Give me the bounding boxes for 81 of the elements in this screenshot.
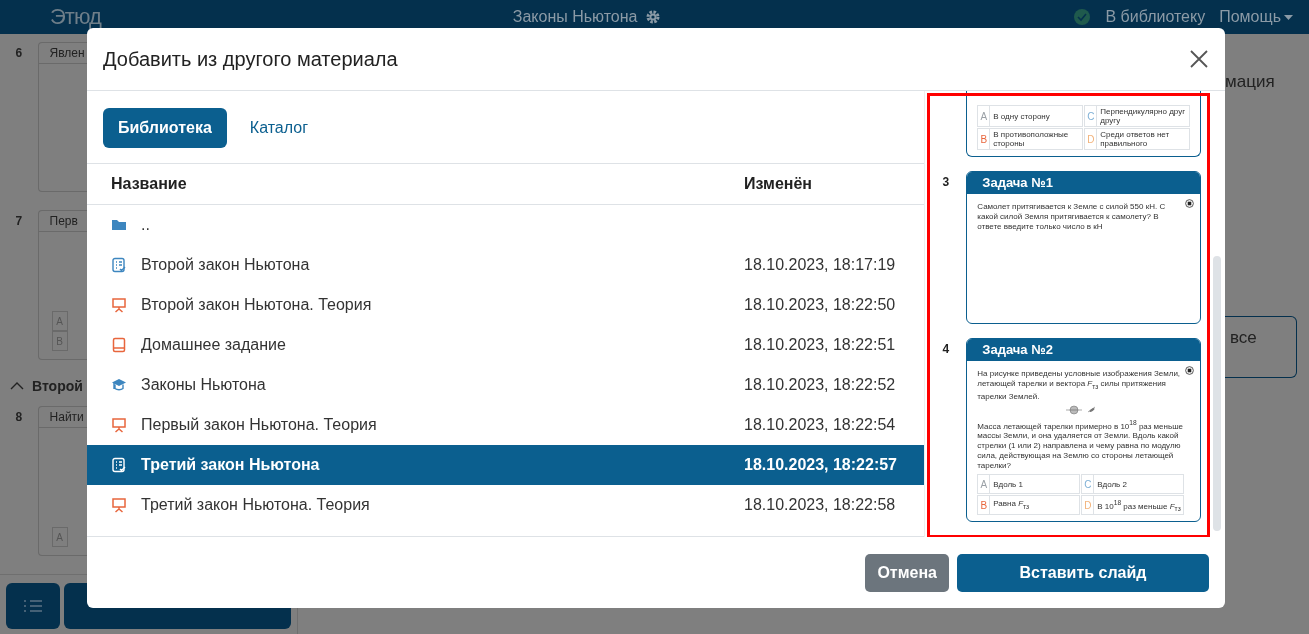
radio-icon (1185, 366, 1195, 375)
folder-icon (111, 217, 127, 233)
file-name: Второй закон Ньютона (141, 256, 310, 274)
file-row[interactable]: Законы Ньютона 18.10.2023, 18:22:52 (87, 365, 925, 405)
option-text: Перпендикулярно друг другу (1099, 106, 1187, 126)
option-letter: A (978, 475, 991, 494)
book-icon (111, 337, 127, 353)
slide-title: Задача №1 (967, 172, 1201, 194)
file-row[interactable]: Второй закон Ньютона 18.10.2023, 18:17:19 (87, 245, 925, 285)
settings-icon[interactable] (645, 9, 662, 25)
option-text: В противоположные стороны (992, 129, 1070, 149)
option-text: В одну сторону (992, 110, 1051, 122)
file-row[interactable]: Первый закон Ньютона. Теория 18.10.2023, 18:22:54 (87, 405, 925, 445)
presentation-icon (111, 497, 127, 513)
option-letter: A (978, 106, 991, 126)
option-text: Среди ответов нет правильного (1099, 129, 1171, 149)
presentation-icon (111, 417, 127, 433)
presentation-icon (111, 297, 127, 313)
checklist-icon (111, 257, 127, 273)
dialog-title: Добавить из другого материала (103, 47, 398, 71)
option-letter: D (1082, 496, 1095, 515)
file-name: Третий закон Ньютона. Теория (141, 496, 370, 514)
option-text: Вдоль 2 (1096, 478, 1128, 490)
column-header[interactable]: Изменён (744, 175, 925, 193)
panel-heading: мация (1225, 72, 1276, 92)
modified-date: 18.10.2023, 18:22:57 (744, 456, 898, 474)
slide-number: 4 (941, 341, 951, 358)
question-text: На рисунке приведены условные изображения Земли, летающей тарелки и вектора F$_{тз}$ силы притяжения тарелки Землей. (977, 369, 1182, 402)
file-row[interactable]: Третий закон Ньютона 18.10.2023, 18:22:57 (87, 445, 925, 485)
tab[interactable]: Библиотека (103, 108, 227, 148)
scrollbar-thumb[interactable] (1213, 256, 1222, 531)
slide-preview[interactable] (966, 338, 1202, 523)
file-name: Третий закон Ньютона (141, 456, 320, 474)
option-letter: B (978, 129, 991, 149)
file-name: .. (141, 216, 150, 234)
modified-date: 18.10.2023, 18:22:51 (744, 336, 897, 354)
option-letter: C (1085, 106, 1098, 126)
question-text: Самолет притягивается к Земле с силой 550 кН. С какой силой Земля притягивается к самолету? В ответе введите только число в кН (977, 202, 1167, 232)
file-row[interactable]: .. (87, 205, 925, 245)
slide-number: 8 (14, 409, 24, 426)
file-name: Домашнее задание (141, 336, 286, 354)
slide-preview[interactable]: Задача №1 Самолет притягивается к Земле с силой 550 кН. С какой силой Земля притягивается к самолету? В ответе введите только число в кН (966, 171, 1202, 324)
slide-number: 6 (14, 45, 24, 62)
option-letter: C (1082, 475, 1095, 494)
checklist-icon (111, 457, 127, 473)
close-icon[interactable] (1189, 49, 1209, 69)
modified-date: 18.10.2023, 18:22:58 (744, 496, 897, 514)
slide-number: 7 (14, 213, 24, 230)
option-text: В 10$^{18}$ раз меньше F$_{тз}$ (1096, 497, 1182, 514)
modified-date: 18.10.2023, 18:22:52 (744, 376, 897, 394)
file-row[interactable]: Третий закон Ньютона. Теория 18.10.2023, 18:22:58 (87, 485, 925, 525)
slide-number: 3 (941, 174, 951, 191)
radio-icon (1185, 199, 1195, 208)
caret-icon (1284, 14, 1293, 20)
cancel-button[interactable]: Отмена (865, 553, 949, 592)
check-circle-icon (1073, 8, 1092, 26)
library-link[interactable]: В библиотеку (1105, 8, 1206, 26)
option-text: Равна F$_{тз}$ (992, 498, 1031, 513)
option-letter: B (978, 496, 991, 515)
file-name: Первый закон Ньютона. Теория (141, 416, 377, 434)
modified-date: 18.10.2023, 18:22:54 (744, 416, 897, 434)
question-text: Масса летающей тарелки примерно в 10$^{18}$ раз меньше массы Земли, и она удаляется от Земли. Вдоль какой стрелки (1 или 2) направлена и чему равна по модулю сила, действующая на Землю со стороны летающей тарелки? (977, 417, 1184, 472)
column-header[interactable]: Название (111, 175, 744, 193)
chevron-up-icon[interactable] (10, 382, 24, 390)
insert-slide-button[interactable]: Вставить слайд (957, 553, 1209, 592)
graduation-cap-icon (111, 377, 127, 393)
document-title: Законы Ньютона (512, 8, 638, 26)
modified-date: 18.10.2023, 18:17:19 (744, 256, 897, 274)
list-icon (23, 598, 43, 614)
file-name: Законы Ньютона (141, 376, 266, 394)
tab[interactable]: Каталог (234, 108, 323, 148)
file-row[interactable]: Домашнее задание 18.10.2023, 18:22:51 (87, 325, 925, 365)
section-title: Второй (32, 378, 83, 394)
file-name: Второй закон Ньютона. Теория (141, 296, 372, 314)
file-row[interactable]: Второй закон Ньютона. Теория 18.10.2023, 18:22:50 (87, 285, 925, 325)
help-menu[interactable]: Помощь (1219, 8, 1293, 26)
modified-date: 18.10.2023, 18:22:50 (744, 296, 897, 314)
option-text: Вдоль 1 (992, 478, 1024, 490)
slide-title: Задача №2 (967, 339, 1201, 361)
option-letter: D (1085, 129, 1098, 149)
earth-saucer-drawing (1063, 404, 1098, 415)
